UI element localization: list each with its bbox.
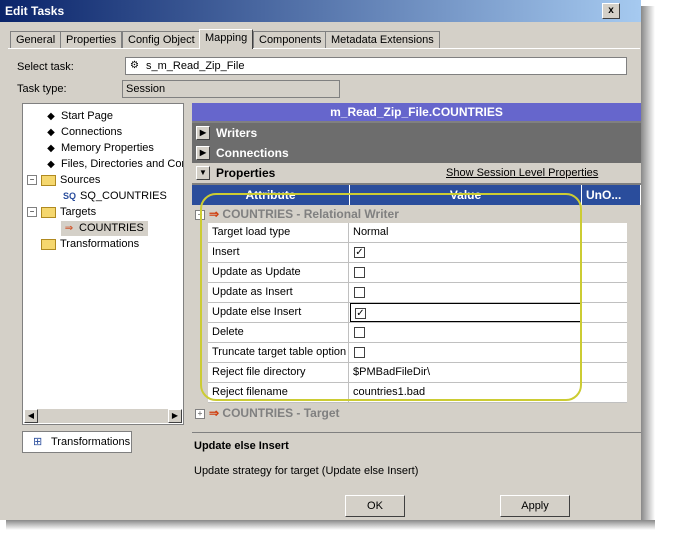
diamond-icon: ◆ <box>47 159 55 170</box>
show-session-level-link[interactable]: Show Session Level Properties <box>446 167 598 179</box>
property-row-update-as-insert[interactable]: Update as Insert <box>208 283 627 303</box>
mapping-panel: m_Read_Zip_File.COUNTRIES ▶ Writers ▶ Conn… <box>192 103 641 430</box>
tab-general[interactable]: General <box>10 31 62 48</box>
close-button[interactable]: x <box>602 3 620 19</box>
collapse-icon[interactable]: − <box>27 207 37 218</box>
diamond-icon: ◆ <box>47 143 55 154</box>
tree-item-countries[interactable]: ⇒ COUNTRIES <box>61 221 148 236</box>
group-target[interactable]: + ⇒ COUNTRIES - Target <box>192 404 641 422</box>
column-attribute[interactable]: Attribute <box>192 185 350 205</box>
collapse-icon[interactable]: ▼ <box>196 166 210 180</box>
select-task-label: Select task: <box>17 61 74 73</box>
window-title: Edit Tasks <box>5 4 65 18</box>
session-icon: ⚙ <box>130 60 139 71</box>
task-type-label: Task type: <box>17 83 67 95</box>
transformations-icon: ⊞ <box>33 436 43 448</box>
target-icon: ⇒ <box>209 406 220 420</box>
tab-divider <box>8 48 640 49</box>
select-task-value: s_m_Read_Zip_File <box>146 60 245 72</box>
tab-config-object[interactable]: Config Object <box>122 31 201 48</box>
folder-icon <box>41 206 56 218</box>
torn-edge-shadow <box>641 6 655 528</box>
tree-horizontal-scrollbar[interactable]: ◀ ▶ <box>24 409 182 423</box>
edit-tasks-window: Edit Tasks x General Properties Config O… <box>0 0 641 520</box>
tree-item-transformations[interactable]: Transformations <box>41 237 139 252</box>
update-as-update-checkbox[interactable] <box>354 267 365 278</box>
group-relational-writer[interactable]: − ⇒ COUNTRIES - Relational Writer <box>192 205 641 223</box>
tab-properties[interactable]: Properties <box>60 31 123 48</box>
tree-item-connections[interactable]: ◆ Connections <box>45 125 122 140</box>
update-else-insert-checkbox[interactable]: ✓ <box>355 308 366 319</box>
tree-item-memory-properties[interactable]: ◆ Memory Properties <box>45 141 154 156</box>
description-title: Update else Insert <box>194 440 289 452</box>
property-row-truncate-target[interactable]: Truncate target table option <box>208 343 627 363</box>
collapse-icon[interactable]: − <box>195 209 205 220</box>
torn-edge-shadow-bottom <box>6 520 655 530</box>
tab-metadata-extensions[interactable]: Metadata Extensions <box>325 31 440 48</box>
description-text: Update strategy for target (Update else … <box>194 465 419 477</box>
tab-components[interactable]: Components <box>253 31 328 48</box>
expand-icon[interactable]: ▶ <box>196 146 210 160</box>
tree-item-sq-countries[interactable]: SQ SQ_COUNTRIES <box>63 189 167 204</box>
tab-mapping[interactable]: Mapping <box>199 29 254 49</box>
mapping-title: m_Read_Zip_File.COUNTRIES <box>192 103 641 121</box>
delete-checkbox[interactable] <box>354 327 365 338</box>
tree-item-files-directories[interactable]: ◆ Files, Directories and Com <box>45 157 183 172</box>
properties-grid-body: − ⇒ COUNTRIES - Relational Writer Target … <box>192 205 641 430</box>
select-task-field[interactable]: ⚙ s_m_Read_Zip_File <box>125 57 627 75</box>
scroll-left-icon[interactable]: ◀ <box>24 409 38 423</box>
property-row-target-load-type[interactable]: Target load type Normal <box>208 223 627 243</box>
apply-button[interactable]: Apply <box>500 495 570 517</box>
property-row-update-as-update[interactable]: Update as Update <box>208 263 627 283</box>
insert-checkbox[interactable]: ✓ <box>354 247 365 258</box>
properties-grid-header: Attribute Value UnO... <box>192 185 641 205</box>
property-row-insert[interactable]: Insert ✓ <box>208 243 627 263</box>
transformations-tab[interactable]: ⊞ Transformations <box>22 431 132 453</box>
property-row-update-else-insert[interactable]: Update else Insert ✓ <box>208 303 627 323</box>
property-row-reject-file-directory[interactable]: Reject file directory $PMBadFileDir\ <box>208 363 627 383</box>
target-icon: ⇒ <box>64 223 74 234</box>
description-panel: Update else Insert Update strategy for t… <box>192 432 641 479</box>
property-row-reject-filename[interactable]: Reject filename countries1.bad <box>208 383 627 403</box>
expand-icon[interactable]: + <box>195 408 205 419</box>
scroll-right-icon[interactable]: ▶ <box>168 409 182 423</box>
tree-item-sources[interactable]: − Sources <box>27 173 100 188</box>
collapse-icon[interactable]: − <box>27 175 37 186</box>
section-connections[interactable]: ▶ Connections <box>192 143 641 163</box>
column-value[interactable]: Value <box>350 185 582 205</box>
column-uno[interactable]: UnO... <box>582 185 641 205</box>
property-row-delete[interactable]: Delete <box>208 323 627 343</box>
ok-button[interactable]: OK <box>345 495 405 517</box>
source-qualifier-icon: SQ <box>63 191 77 201</box>
update-as-insert-checkbox[interactable] <box>354 287 365 298</box>
truncate-checkbox[interactable] <box>354 347 365 358</box>
expand-icon[interactable]: ▶ <box>196 126 210 140</box>
tree-item-start-page[interactable]: ◆ Start Page <box>45 109 113 124</box>
task-type-value: Session <box>126 83 166 95</box>
folder-icon <box>41 238 56 250</box>
folder-icon <box>41 174 56 186</box>
task-type-field: Session <box>122 80 340 98</box>
tree-item-targets[interactable]: − Targets <box>27 205 96 220</box>
diamond-icon: ◆ <box>47 127 55 138</box>
navigation-tree: ◆ Start Page ◆ Connections ◆ Memory Propert… <box>22 103 184 425</box>
title-bar: Edit Tasks x <box>0 0 641 22</box>
diamond-icon: ◆ <box>47 111 55 122</box>
target-icon: ⇒ <box>209 207 220 221</box>
section-writers[interactable]: ▶ Writers <box>192 123 641 143</box>
